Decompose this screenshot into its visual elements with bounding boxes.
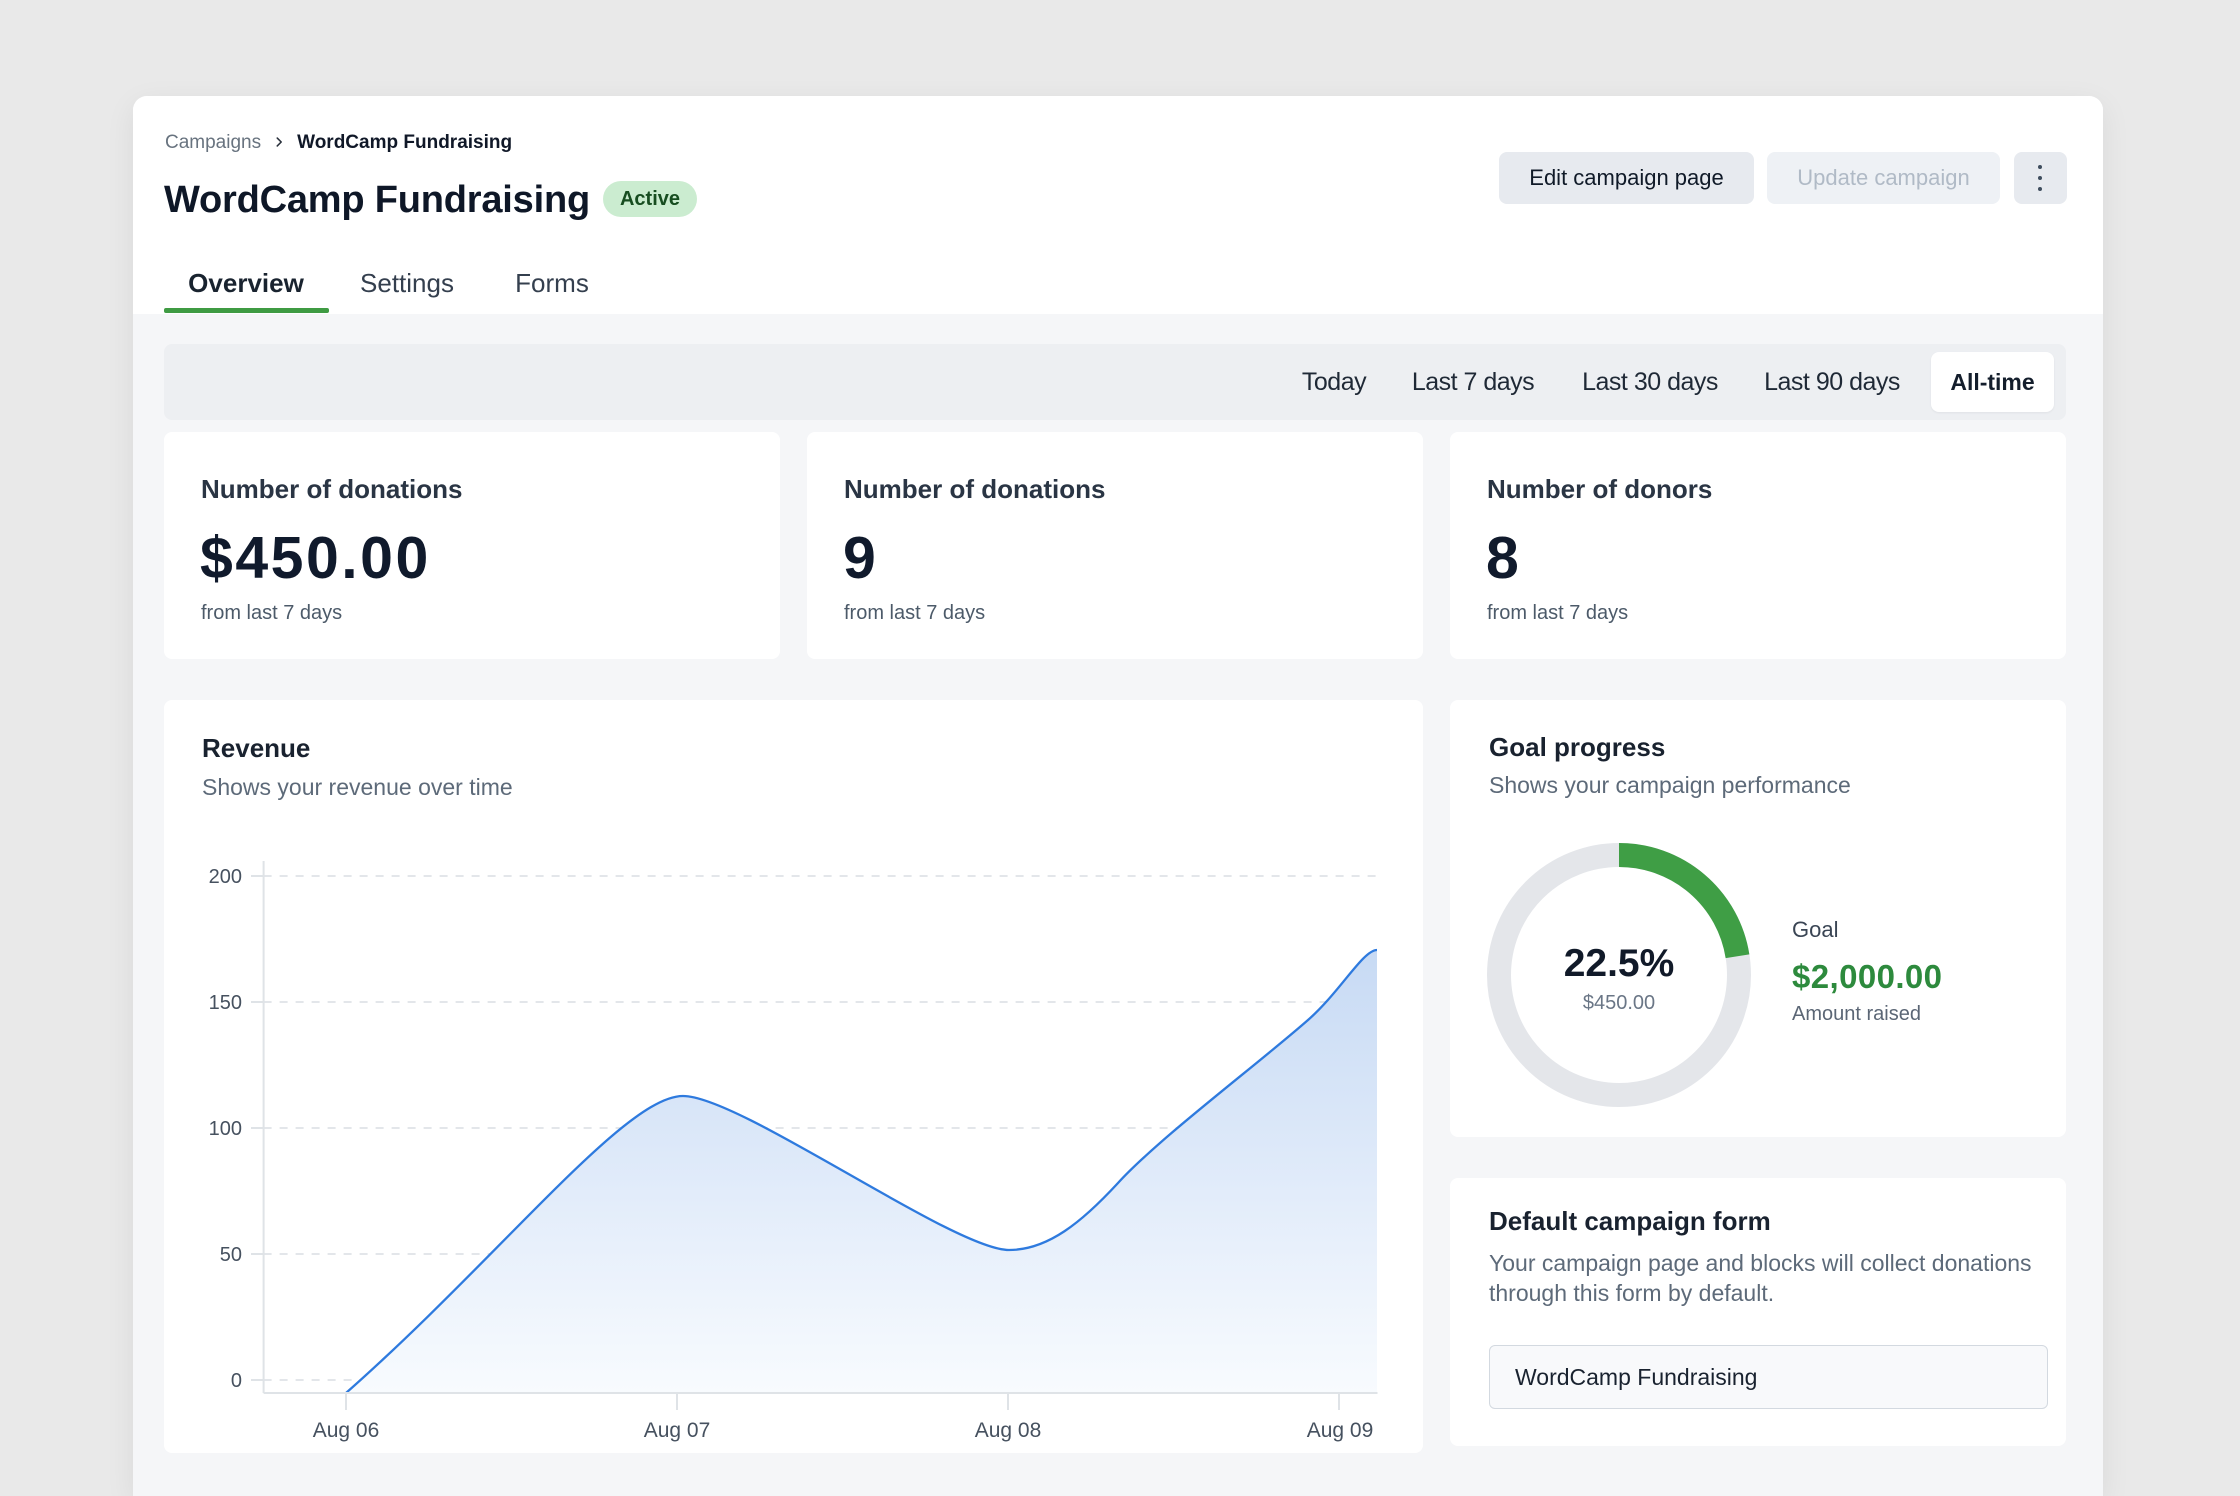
svg-text:Aug 08: Aug 08 bbox=[975, 1419, 1042, 1442]
svg-text:$450.00: $450.00 bbox=[1583, 992, 1655, 1014]
svg-text:200: 200 bbox=[209, 866, 242, 888]
svg-text:Aug 06: Aug 06 bbox=[313, 1419, 380, 1442]
svg-text:Goal: Goal bbox=[1792, 917, 1838, 942]
svg-text:Aug 07: Aug 07 bbox=[644, 1419, 711, 1442]
svg-text:22.5%: 22.5% bbox=[1564, 942, 1675, 985]
svg-text:Aug 09: Aug 09 bbox=[1307, 1419, 1374, 1442]
svg-text:100: 100 bbox=[209, 1118, 242, 1140]
svg-text:Amount raised: Amount raised bbox=[1792, 1003, 1921, 1025]
svg-text:$2,000.00: $2,000.00 bbox=[1792, 958, 1942, 995]
svg-text:50: 50 bbox=[220, 1244, 242, 1266]
svg-text:150: 150 bbox=[209, 992, 242, 1014]
svg-text:0: 0 bbox=[231, 1370, 242, 1392]
